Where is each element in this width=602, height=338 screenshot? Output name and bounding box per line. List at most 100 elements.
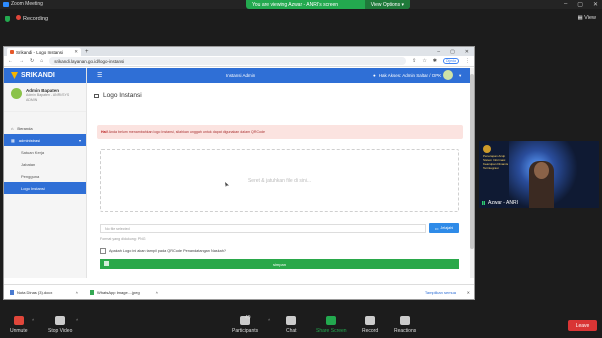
record-button[interactable]: Record xyxy=(362,316,378,334)
browser-window: Srikandi - Logo Instansi ✕ + – ▢ ✕ ← → ↻… xyxy=(3,46,475,300)
home-icon: ⌂ xyxy=(11,125,14,131)
close-icon[interactable]: ✕ xyxy=(593,1,598,8)
participant-name: Azwar - ANRI xyxy=(482,200,518,206)
banner-text: You are viewing Azwar - ANRI's screen xyxy=(252,1,339,8)
star-icon[interactable]: ☆ xyxy=(422,58,426,64)
user-icon: ● xyxy=(373,73,376,78)
menu-icon[interactable]: ⋮ xyxy=(465,58,470,64)
topbar-avatar[interactable] xyxy=(443,70,453,80)
video-options-caret[interactable]: ˄ xyxy=(76,317,78,322)
browser-maximize-icon[interactable]: ▢ xyxy=(450,49,455,55)
sidebar-item-satuan-kerja[interactable]: Satuan Kerja xyxy=(4,146,86,158)
browser-close-icon[interactable]: ✕ xyxy=(465,49,469,55)
reload-icon[interactable]: ↻ xyxy=(30,58,34,64)
zoom-logo-icon xyxy=(3,1,9,7)
view-button[interactable]: ▦ View xyxy=(577,15,596,21)
browser-tab[interactable]: Srikandi - Logo Instansi ✕ xyxy=(7,48,81,56)
tab-title: Srikandi - Logo Instansi xyxy=(16,49,64,55)
new-tab-button[interactable]: + xyxy=(85,49,89,55)
profile-button[interactable]: Dijeda xyxy=(443,58,459,64)
topbar-user-role[interactable]: ● Hak Akses: Admin Saltar / OPK xyxy=(373,73,441,78)
leave-button[interactable]: Leave xyxy=(568,320,597,331)
chevron-down-icon[interactable]: ▾ xyxy=(459,73,461,79)
address-bar[interactable]: srikandi.layanan.go.id/logo-instansi xyxy=(49,57,407,65)
record-dot-icon xyxy=(16,15,21,20)
sidebar-item-pengguna[interactable]: Pengguna xyxy=(4,170,86,182)
app-topbar: ☰ Instansi Admin ● Hak Akses: Admin Salta… xyxy=(87,68,474,83)
download-item[interactable]: Nota Dinas (3).docx ˄ xyxy=(4,289,84,295)
microphone-muted-icon xyxy=(13,316,24,325)
topbar-instansi: Instansi Admin xyxy=(226,73,256,78)
avatar xyxy=(11,88,22,99)
brand[interactable]: SRIKANDI xyxy=(4,68,86,83)
tab-close-icon[interactable]: ✕ xyxy=(74,49,78,55)
share-screen-icon xyxy=(326,316,337,325)
signal-icon xyxy=(482,201,486,205)
home-icon[interactable]: ⌂ xyxy=(40,58,43,64)
sidebar: SRIKANDI Admin Bapaten Admin Bapaten - A… xyxy=(4,68,87,278)
recording-indicator[interactable]: Recording xyxy=(16,15,48,22)
sidebar-item-jabatan[interactable]: Jabatan xyxy=(4,158,86,170)
participant-video[interactable]: Penerapan Arsip Sistem Informasi Kearsip… xyxy=(479,141,599,208)
sidebar-item-beranda[interactable]: ⌂ Beranda xyxy=(4,122,86,134)
share-screen-button[interactable]: Share Screen xyxy=(316,316,347,334)
close-downloads-icon[interactable]: ✕ xyxy=(467,290,470,295)
srikandi-logo-icon xyxy=(11,72,18,79)
reactions-button[interactable]: Reactions xyxy=(394,316,416,334)
participants-button[interactable]: 49 Participants xyxy=(232,315,258,334)
file-name-field[interactable]: No file selected xyxy=(100,224,426,233)
anri-logo-icon xyxy=(483,145,491,153)
hamburger-icon[interactable]: ☰ xyxy=(97,72,102,79)
unmute-button[interactable]: Unmute xyxy=(10,316,28,334)
alert-banner: Hai! Anda belum menambahkan logo Instans… xyxy=(97,125,463,139)
format-note: Format yang didukung: PNG xyxy=(100,237,146,241)
audio-options-caret[interactable]: ˄ xyxy=(32,317,34,322)
qrcode-checkbox[interactable] xyxy=(100,248,106,254)
checkbox-label: Apakah Logo ini akan tampil pada QRCode … xyxy=(109,249,226,253)
video-overlay-text: Penerapan Arsip Sistem Informasi Kearsip… xyxy=(483,154,509,170)
word-file-icon xyxy=(10,289,14,295)
record-icon xyxy=(365,316,376,325)
save-icon xyxy=(104,261,109,266)
chevron-up-icon[interactable]: ˄ xyxy=(156,290,158,295)
window-title: Zoom Meeting xyxy=(11,1,43,7)
image-file-icon xyxy=(90,289,94,295)
grid-icon: ▦ xyxy=(11,137,15,143)
save-button[interactable]: simpan xyxy=(100,259,459,269)
file-dropzone[interactable]: Seret & jatuhkan file di sini... xyxy=(100,149,459,212)
participants-options-caret[interactable]: ˄ xyxy=(268,317,270,322)
view-options-button[interactable]: View Options ▾ xyxy=(364,0,410,9)
user-panel: Admin Bapaten Admin Bapaten - ANRI/SYS A… xyxy=(4,83,86,112)
back-icon[interactable]: ← xyxy=(8,58,13,64)
minimize-icon[interactable]: – xyxy=(564,1,567,8)
reactions-icon xyxy=(400,316,411,325)
maximize-icon[interactable]: ▢ xyxy=(577,1,583,8)
main-content: ☰ Instansi Admin ● Hak Akses: Admin Salta… xyxy=(87,68,474,278)
stop-video-button[interactable]: Stop Video xyxy=(48,316,72,334)
participants-count: 49 xyxy=(245,315,251,321)
page-title: Logo Instansi xyxy=(94,92,142,99)
image-icon xyxy=(94,93,99,98)
page-scrollbar[interactable] xyxy=(470,68,474,278)
qrcode-checkbox-row[interactable]: Apakah Logo ini akan tampil pada QRCode … xyxy=(100,248,226,254)
browse-button[interactable]: ▭ Jelajahi xyxy=(429,223,459,233)
download-item[interactable]: WhatsApp Image....jpeg ˄ xyxy=(84,289,164,295)
favicon-icon xyxy=(10,50,14,54)
show-all-downloads-link[interactable]: Tampilkan semua xyxy=(425,290,456,295)
folder-icon: ▭ xyxy=(434,226,439,231)
extensions-icon[interactable]: ✱ xyxy=(433,58,437,64)
forward-icon[interactable]: → xyxy=(19,58,24,64)
downloads-bar: Nota Dinas (3).docx ˄ WhatsApp Image....… xyxy=(4,284,474,299)
chevron-down-icon: ▾ xyxy=(78,137,81,143)
security-shield-icon[interactable] xyxy=(5,15,10,22)
sidebar-item-logo-instansi[interactable]: Logo Instansi xyxy=(4,182,86,194)
share-icon[interactable]: ⇪ xyxy=(412,58,416,64)
user-role: Admin Bapaten - ANRI/SYS ADMIN xyxy=(26,93,70,102)
chat-icon xyxy=(286,316,297,325)
chat-button[interactable]: Chat xyxy=(286,316,297,334)
sidebar-item-administrasi[interactable]: ▦ administrasi ▾ xyxy=(4,134,86,146)
screen-share-banner: You are viewing Azwar - ANRI's screen Vi… xyxy=(246,0,410,9)
camera-icon xyxy=(55,316,66,325)
browser-minimize-icon[interactable]: – xyxy=(437,49,440,55)
chevron-up-icon[interactable]: ˄ xyxy=(76,290,78,295)
